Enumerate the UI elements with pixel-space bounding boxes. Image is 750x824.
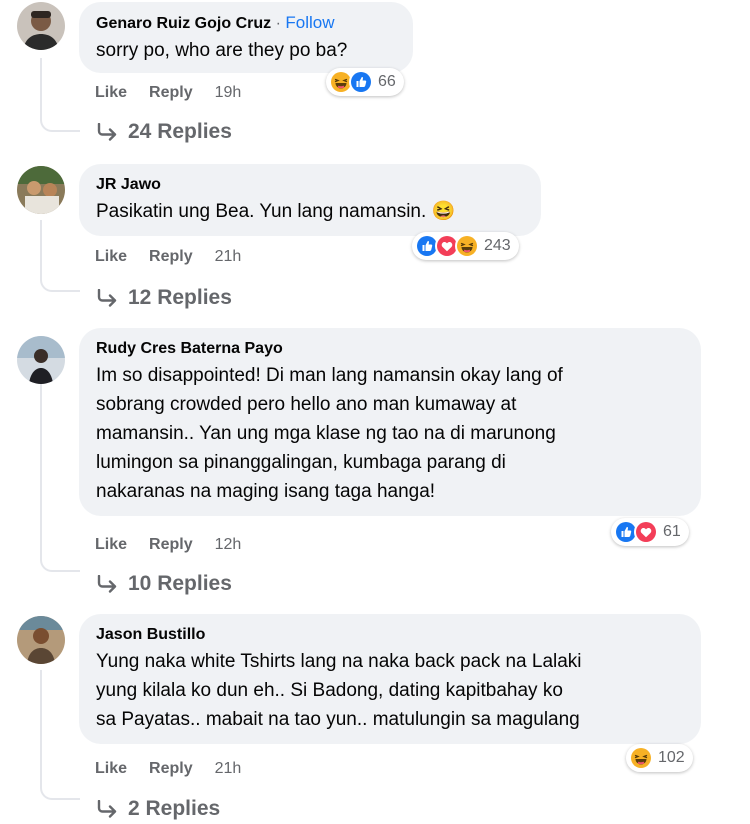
comment-actions: Like Reply 21h xyxy=(95,248,241,266)
comment-bubble: Rudy Cres Baterna Payo Im so disappointe… xyxy=(79,328,701,516)
avatar[interactable] xyxy=(17,336,65,384)
like-reaction-icon xyxy=(349,70,373,94)
reaction-count: 102 xyxy=(658,749,685,766)
comment-author[interactable]: JR Jawo xyxy=(96,173,524,197)
replies-count-label: 12 Replies xyxy=(128,286,232,309)
haha-reaction-icon xyxy=(629,746,653,770)
avatar[interactable] xyxy=(17,166,65,214)
follow-button[interactable]: Follow xyxy=(285,13,334,32)
comment-text-line: yung kilala ko dun eh.. Si Badong, datin… xyxy=(96,680,563,701)
comment-text-line: sobrang crowded pero hello ano man kumaw… xyxy=(96,394,517,415)
reaction-summary[interactable]: 66 xyxy=(326,68,404,96)
comment-bubble: JR Jawo Pasikatin ung Bea. Yun lang nama… xyxy=(79,164,541,236)
comment-author[interactable]: Rudy Cres Baterna Payo xyxy=(96,337,684,361)
comment-author[interactable]: Genaro Ruiz Gojo Cruz xyxy=(96,15,271,32)
comment: Jason Bustillo Yung naka white Tshirts l… xyxy=(0,614,750,824)
comment-text-line: Im so disappointed! Di man lang namansin… xyxy=(96,365,563,386)
timestamp[interactable]: 21h xyxy=(215,248,242,266)
comment: Genaro Ruiz Gojo Cruz · Follow sorry po,… xyxy=(0,0,750,160)
reply-arrow-icon xyxy=(96,289,118,307)
reply-button[interactable]: Reply xyxy=(149,84,193,102)
thread-line xyxy=(40,220,80,292)
comment-text-line: lumingon sa pinanggalingan, kumbaga para… xyxy=(96,452,506,473)
view-replies-button[interactable]: 24 Replies xyxy=(96,120,232,144)
reply-button[interactable]: Reply xyxy=(149,536,193,554)
comment-actions: Like Reply 21h xyxy=(95,760,241,778)
reply-button[interactable]: Reply xyxy=(149,760,193,778)
reply-arrow-icon xyxy=(96,800,118,818)
comment-text-line: mamansin.. Yan ung mga klase ng tao na d… xyxy=(96,423,556,444)
replies-count-label: 2 Replies xyxy=(128,797,221,820)
thread-line xyxy=(40,58,80,132)
reaction-count: 243 xyxy=(484,237,511,254)
comment-author[interactable]: Jason Bustillo xyxy=(96,623,684,647)
comment-text-line: nakaranas na maging isang taga hanga! xyxy=(96,481,436,502)
reply-button[interactable]: Reply xyxy=(149,248,193,266)
reply-arrow-icon xyxy=(96,123,118,141)
like-button[interactable]: Like xyxy=(95,84,127,102)
comment-bubble: Jason Bustillo Yung naka white Tshirts l… xyxy=(79,614,701,744)
reaction-summary[interactable]: 243 xyxy=(412,232,519,260)
comment-author-line: Genaro Ruiz Gojo Cruz · Follow xyxy=(96,11,396,36)
thread-line xyxy=(40,670,80,800)
comment: Rudy Cres Baterna Payo Im so disappointe… xyxy=(0,328,750,608)
comment-text: sorry po, who are they po ba? xyxy=(96,40,348,61)
comment-actions: Like Reply 19h xyxy=(95,84,241,102)
reaction-count: 61 xyxy=(663,523,681,540)
timestamp[interactable]: 21h xyxy=(215,760,242,778)
like-button[interactable]: Like xyxy=(95,760,127,778)
love-reaction-icon xyxy=(634,520,658,544)
view-replies-button[interactable]: 12 Replies xyxy=(96,286,232,310)
reaction-count: 66 xyxy=(378,73,396,90)
like-button[interactable]: Like xyxy=(95,248,127,266)
view-replies-button[interactable]: 2 Replies xyxy=(96,797,220,821)
comment-text-line: Yung naka white Tshirts lang na naka bac… xyxy=(96,651,582,672)
reaction-summary[interactable]: 61 xyxy=(611,518,689,546)
follow-separator: · xyxy=(275,15,281,32)
avatar[interactable] xyxy=(17,616,65,664)
comment: JR Jawo Pasikatin ung Bea. Yun lang nama… xyxy=(0,164,750,324)
comment-text-line: sa Payatas.. mabait na tao yun.. matulun… xyxy=(96,709,580,730)
comment-bubble: Genaro Ruiz Gojo Cruz · Follow sorry po,… xyxy=(79,2,413,73)
reaction-summary[interactable]: 102 xyxy=(626,744,693,772)
avatar[interactable] xyxy=(17,2,65,50)
comment-actions: Like Reply 12h xyxy=(95,536,241,554)
comment-text: Pasikatin ung Bea. Yun lang namansin. 😆 xyxy=(96,201,456,222)
like-button[interactable]: Like xyxy=(95,536,127,554)
view-replies-button[interactable]: 10 Replies xyxy=(96,572,232,596)
replies-count-label: 10 Replies xyxy=(128,572,232,595)
haha-reaction-icon xyxy=(455,234,479,258)
reply-arrow-icon xyxy=(96,575,118,593)
thread-line xyxy=(40,384,80,572)
timestamp[interactable]: 12h xyxy=(215,536,242,554)
timestamp[interactable]: 19h xyxy=(215,84,242,102)
replies-count-label: 24 Replies xyxy=(128,120,232,143)
